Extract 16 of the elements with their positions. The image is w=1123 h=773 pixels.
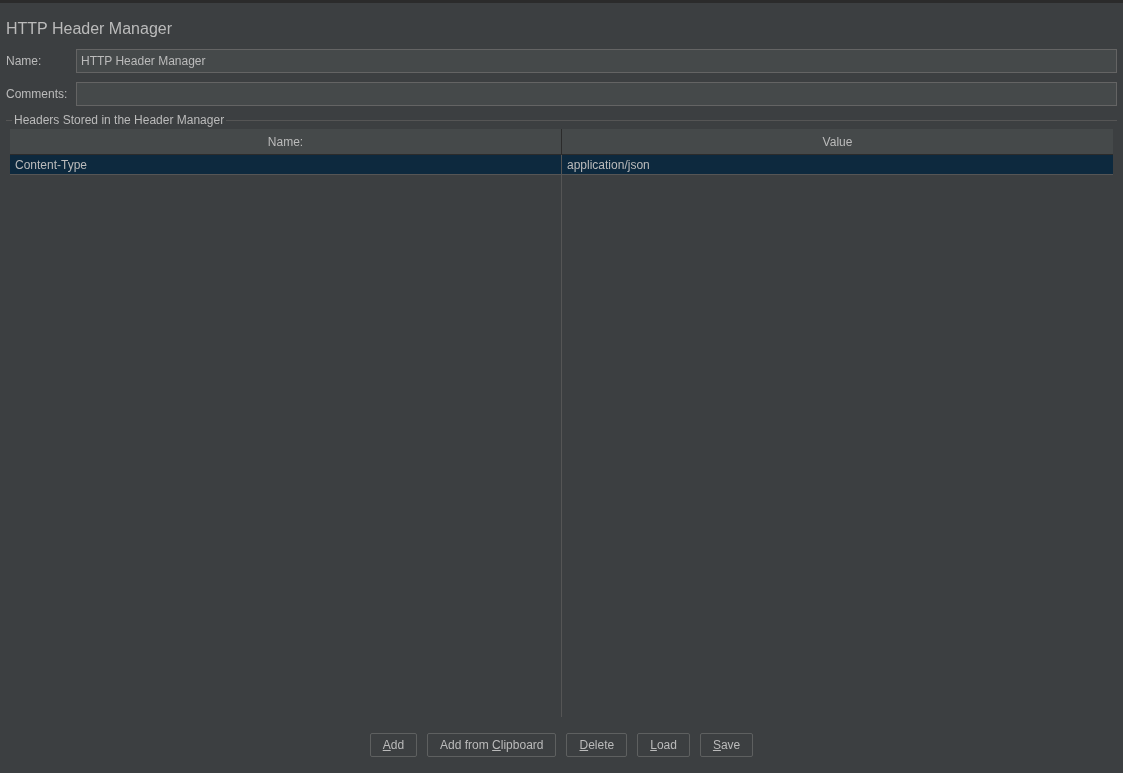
table-cell-text: Content-Type <box>14 156 89 174</box>
field-label: Name: <box>6 53 43 70</box>
panel-title: HTTP Header Manager <box>6 20 172 37</box>
toolbar-button[interactable]: Add from Clipboard <box>427 733 557 757</box>
text-field[interactable] <box>76 82 1117 106</box>
column-header[interactable]: Name: <box>10 129 561 154</box>
toolbar-button[interactable]: Add <box>369 733 418 757</box>
toolbar-button[interactable]: Save <box>699 733 754 757</box>
table-row[interactable]: Content-Type application/json <box>10 155 1113 175</box>
column-header[interactable]: Value <box>561 129 1113 154</box>
field-label: Comments: <box>6 86 69 103</box>
toolbar-button[interactable]: Delete <box>566 733 628 757</box>
table-cell: application/json <box>561 155 1113 174</box>
group-title: Headers Stored in the Header Manager <box>12 113 227 127</box>
toolbar-button[interactable]: Load <box>637 733 690 757</box>
text-field[interactable]: HTTP Header Manager <box>76 49 1117 73</box>
